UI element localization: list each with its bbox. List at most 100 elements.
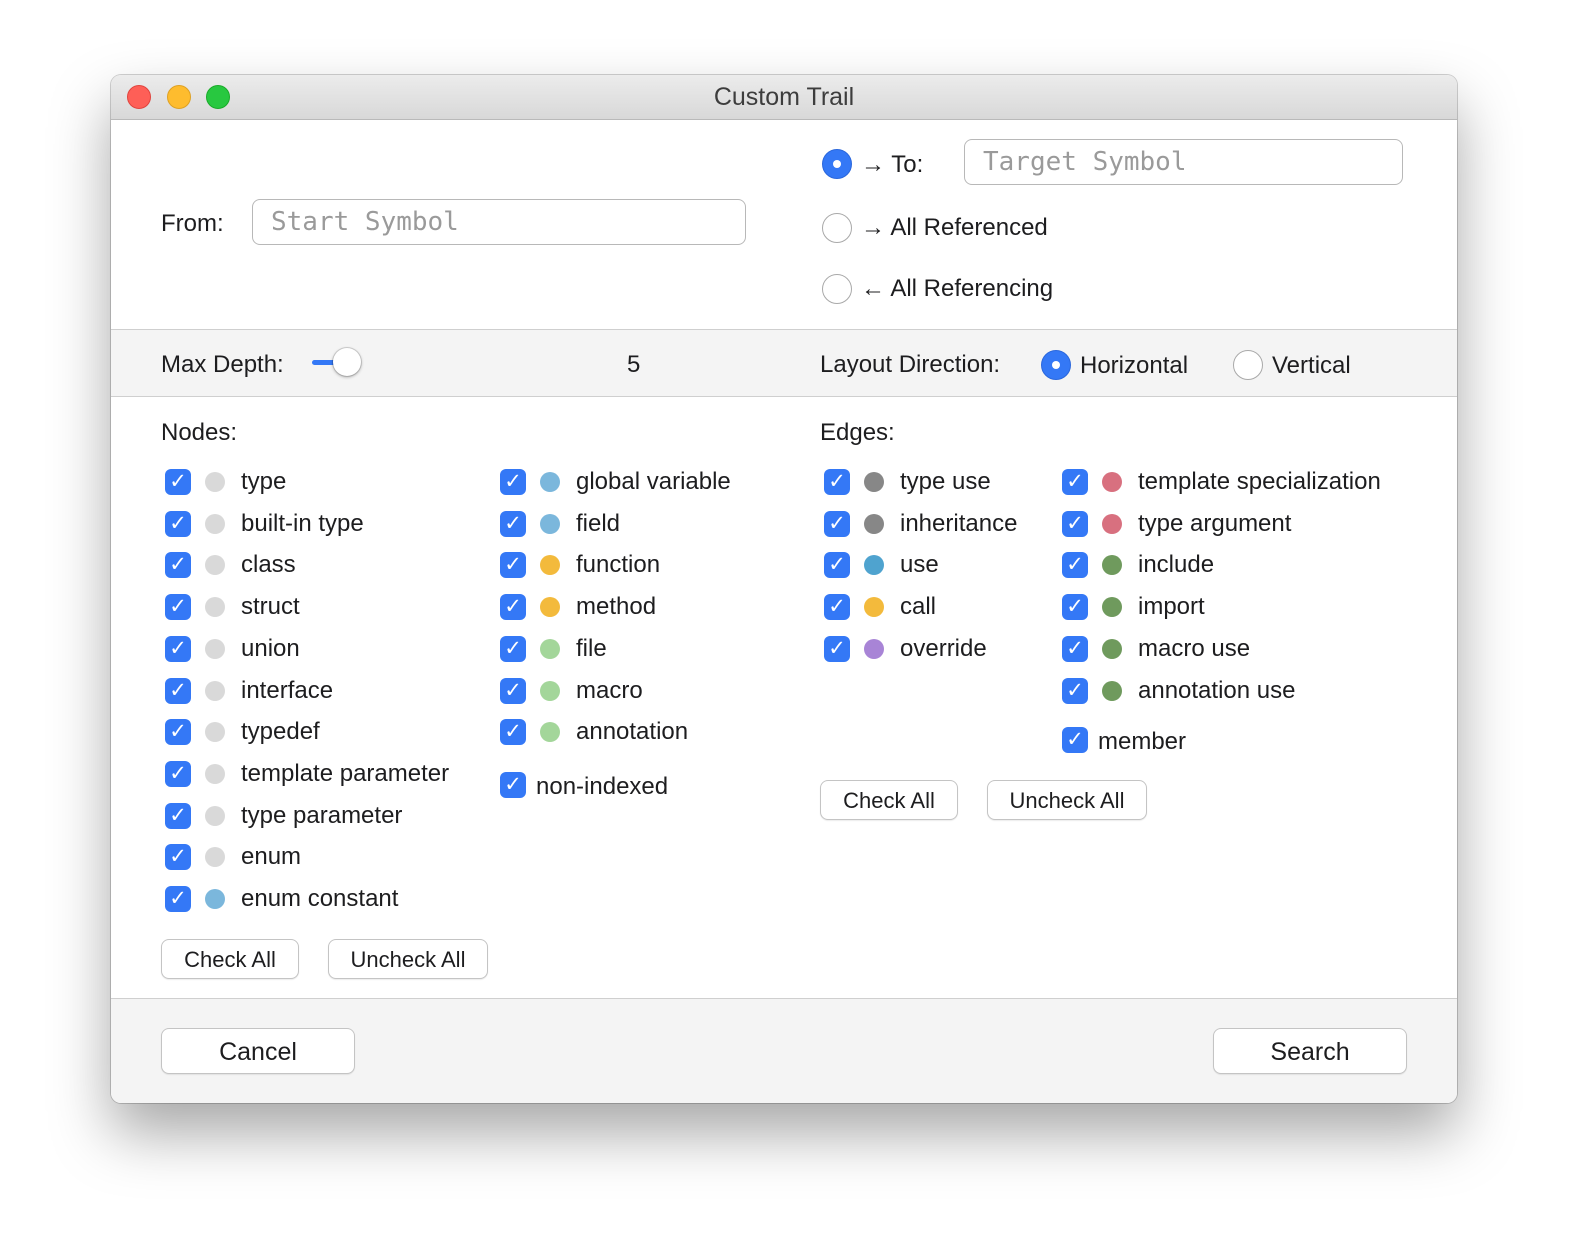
edge-label-inheritance: inheritance: [900, 509, 1018, 537]
edges-uncheck-all-button[interactable]: Uncheck All: [987, 780, 1147, 820]
title-bar: Custom Trail: [111, 75, 1457, 120]
node-label-non-indexed: non-indexed: [536, 773, 669, 800]
node-label-template-parameter: template parameter: [241, 759, 450, 787]
node-checkbox-type-parameter[interactable]: ✓: [165, 802, 191, 829]
node-label-method: method: [576, 593, 657, 621]
radio-vertical[interactable]: [1233, 350, 1263, 380]
node-label-enum-constant: enum constant: [241, 885, 399, 912]
node-label-union: union: [241, 634, 300, 662]
node-checkbox-struct[interactable]: ✓: [165, 594, 191, 621]
max-depth-label: Max Depth:: [161, 351, 284, 378]
node-checkbox-union[interactable]: ✓: [165, 635, 191, 662]
edge-checkbox-macro-use[interactable]: ✓: [1062, 635, 1088, 662]
node-checkbox-template-parameter[interactable]: ✓: [165, 760, 191, 787]
node-color-dot-method: [540, 597, 560, 618]
options-bar: Max Depth: 5 Layout Direction: Horizonta…: [111, 329, 1457, 397]
edge-label-include: include: [1138, 551, 1215, 579]
edge-label-member: member: [1098, 728, 1187, 755]
edge-checkbox-type-argument[interactable]: ✓: [1062, 510, 1088, 537]
node-label-file: file: [576, 634, 607, 662]
edge-color-dot-override: [864, 638, 884, 659]
window-title: Custom Trail: [713, 83, 855, 111]
node-checkbox-macro[interactable]: ✓: [500, 677, 526, 704]
edge-checkbox-member[interactable]: ✓: [1062, 727, 1088, 753]
edge-checkbox-annotation-use[interactable]: ✓: [1062, 677, 1088, 704]
edge-color-dot-template-specialization: [1102, 472, 1122, 492]
radio-to[interactable]: [822, 149, 852, 179]
edge-checkbox-use[interactable]: ✓: [824, 552, 850, 579]
radio-all-referencing[interactable]: [822, 274, 852, 304]
node-checkbox-method[interactable]: ✓: [500, 594, 526, 621]
node-checkbox-enum-constant[interactable]: ✓: [165, 886, 191, 912]
node-color-dot-template-parameter: [205, 763, 225, 784]
node-color-dot-struct: [205, 597, 225, 618]
node-color-dot-annotation: [540, 722, 560, 743]
node-checkbox-class[interactable]: ✓: [165, 552, 191, 579]
radio-all-referenced-label: → All Referenced: [861, 214, 1048, 241]
edge-color-dot-type-argument: [1102, 513, 1122, 534]
target-symbol-input[interactable]: [964, 139, 1403, 185]
edge-checkbox-template-specialization[interactable]: ✓: [1062, 469, 1088, 495]
edge-label-type-use: type use: [900, 468, 991, 495]
search-button[interactable]: Search: [1213, 1028, 1407, 1074]
node-color-dot-union: [205, 638, 225, 659]
edge-checkbox-override[interactable]: ✓: [824, 635, 850, 662]
node-color-dot-interface: [205, 680, 225, 701]
node-checkbox-non-indexed[interactable]: ✓: [500, 772, 526, 798]
node-checkbox-field[interactable]: ✓: [500, 510, 526, 537]
node-checkbox-enum[interactable]: ✓: [165, 844, 191, 871]
nodes-header: Nodes:: [161, 419, 238, 446]
radio-horizontal-label: Horizontal: [1080, 352, 1189, 379]
node-label-type: type: [241, 468, 287, 495]
node-checkbox-annotation[interactable]: ✓: [500, 719, 526, 746]
edges-check-all-button[interactable]: Check All: [820, 780, 958, 820]
node-label-enum: enum: [241, 843, 302, 871]
edge-checkbox-type-use[interactable]: ✓: [824, 469, 850, 495]
edge-checkbox-inheritance[interactable]: ✓: [824, 510, 850, 537]
edge-color-dot-type-use: [864, 472, 884, 492]
edges-header: Edges:: [820, 419, 895, 446]
radio-all-referenced[interactable]: [822, 213, 852, 243]
node-color-dot-type-parameter: [205, 805, 225, 826]
node-checkbox-interface[interactable]: ✓: [165, 677, 191, 704]
node-color-dot-global-variable: [540, 472, 560, 492]
edge-checkbox-include[interactable]: ✓: [1062, 552, 1088, 579]
edge-color-dot-macro-use: [1102, 638, 1122, 659]
nodes-check-all-button[interactable]: Check All: [161, 939, 299, 979]
node-checkbox-built-in-type[interactable]: ✓: [165, 510, 191, 537]
radio-all-referencing-label: ← All Referencing: [861, 275, 1054, 302]
edge-color-dot-call: [864, 597, 884, 618]
node-label-built-in-type: built-in type: [241, 509, 364, 537]
start-symbol-input[interactable]: [252, 199, 746, 245]
node-checkbox-typedef[interactable]: ✓: [165, 719, 191, 746]
node-checkbox-global-variable[interactable]: ✓: [500, 469, 526, 495]
edge-checkbox-import[interactable]: ✓: [1062, 594, 1088, 621]
custom-trail-dialog: Custom Trail From: → To: → All Reference…: [111, 75, 1457, 1103]
edge-label-annotation-use: annotation use: [1138, 676, 1296, 704]
node-color-dot-class: [205, 555, 225, 576]
layout-direction-label: Layout Direction:: [820, 351, 1001, 378]
edge-label-use: use: [900, 551, 939, 579]
cancel-button[interactable]: Cancel: [161, 1028, 355, 1074]
node-color-dot-file: [540, 638, 560, 659]
node-label-macro: macro: [576, 676, 643, 704]
node-label-function: function: [576, 551, 661, 579]
node-checkbox-file[interactable]: ✓: [500, 635, 526, 662]
max-depth-slider-knob[interactable]: [333, 348, 361, 376]
node-checkbox-type[interactable]: ✓: [165, 469, 191, 495]
node-color-dot-typedef: [205, 722, 225, 743]
node-color-dot-field: [540, 513, 560, 534]
edge-checkbox-call[interactable]: ✓: [824, 594, 850, 621]
edge-label-call: call: [900, 593, 937, 621]
radio-horizontal[interactable]: [1041, 350, 1071, 380]
node-color-dot-function: [540, 555, 560, 576]
node-label-field: field: [576, 509, 621, 537]
edge-color-dot-import: [1102, 597, 1122, 618]
node-label-annotation: annotation: [576, 718, 689, 746]
node-checkbox-function[interactable]: ✓: [500, 552, 526, 579]
node-label-interface: interface: [241, 676, 334, 704]
node-color-dot-built-in-type: [205, 513, 225, 534]
nodes-uncheck-all-button[interactable]: Uncheck All: [328, 939, 488, 979]
edge-label-type-argument: type argument: [1138, 509, 1292, 537]
node-label-class: class: [241, 551, 296, 579]
